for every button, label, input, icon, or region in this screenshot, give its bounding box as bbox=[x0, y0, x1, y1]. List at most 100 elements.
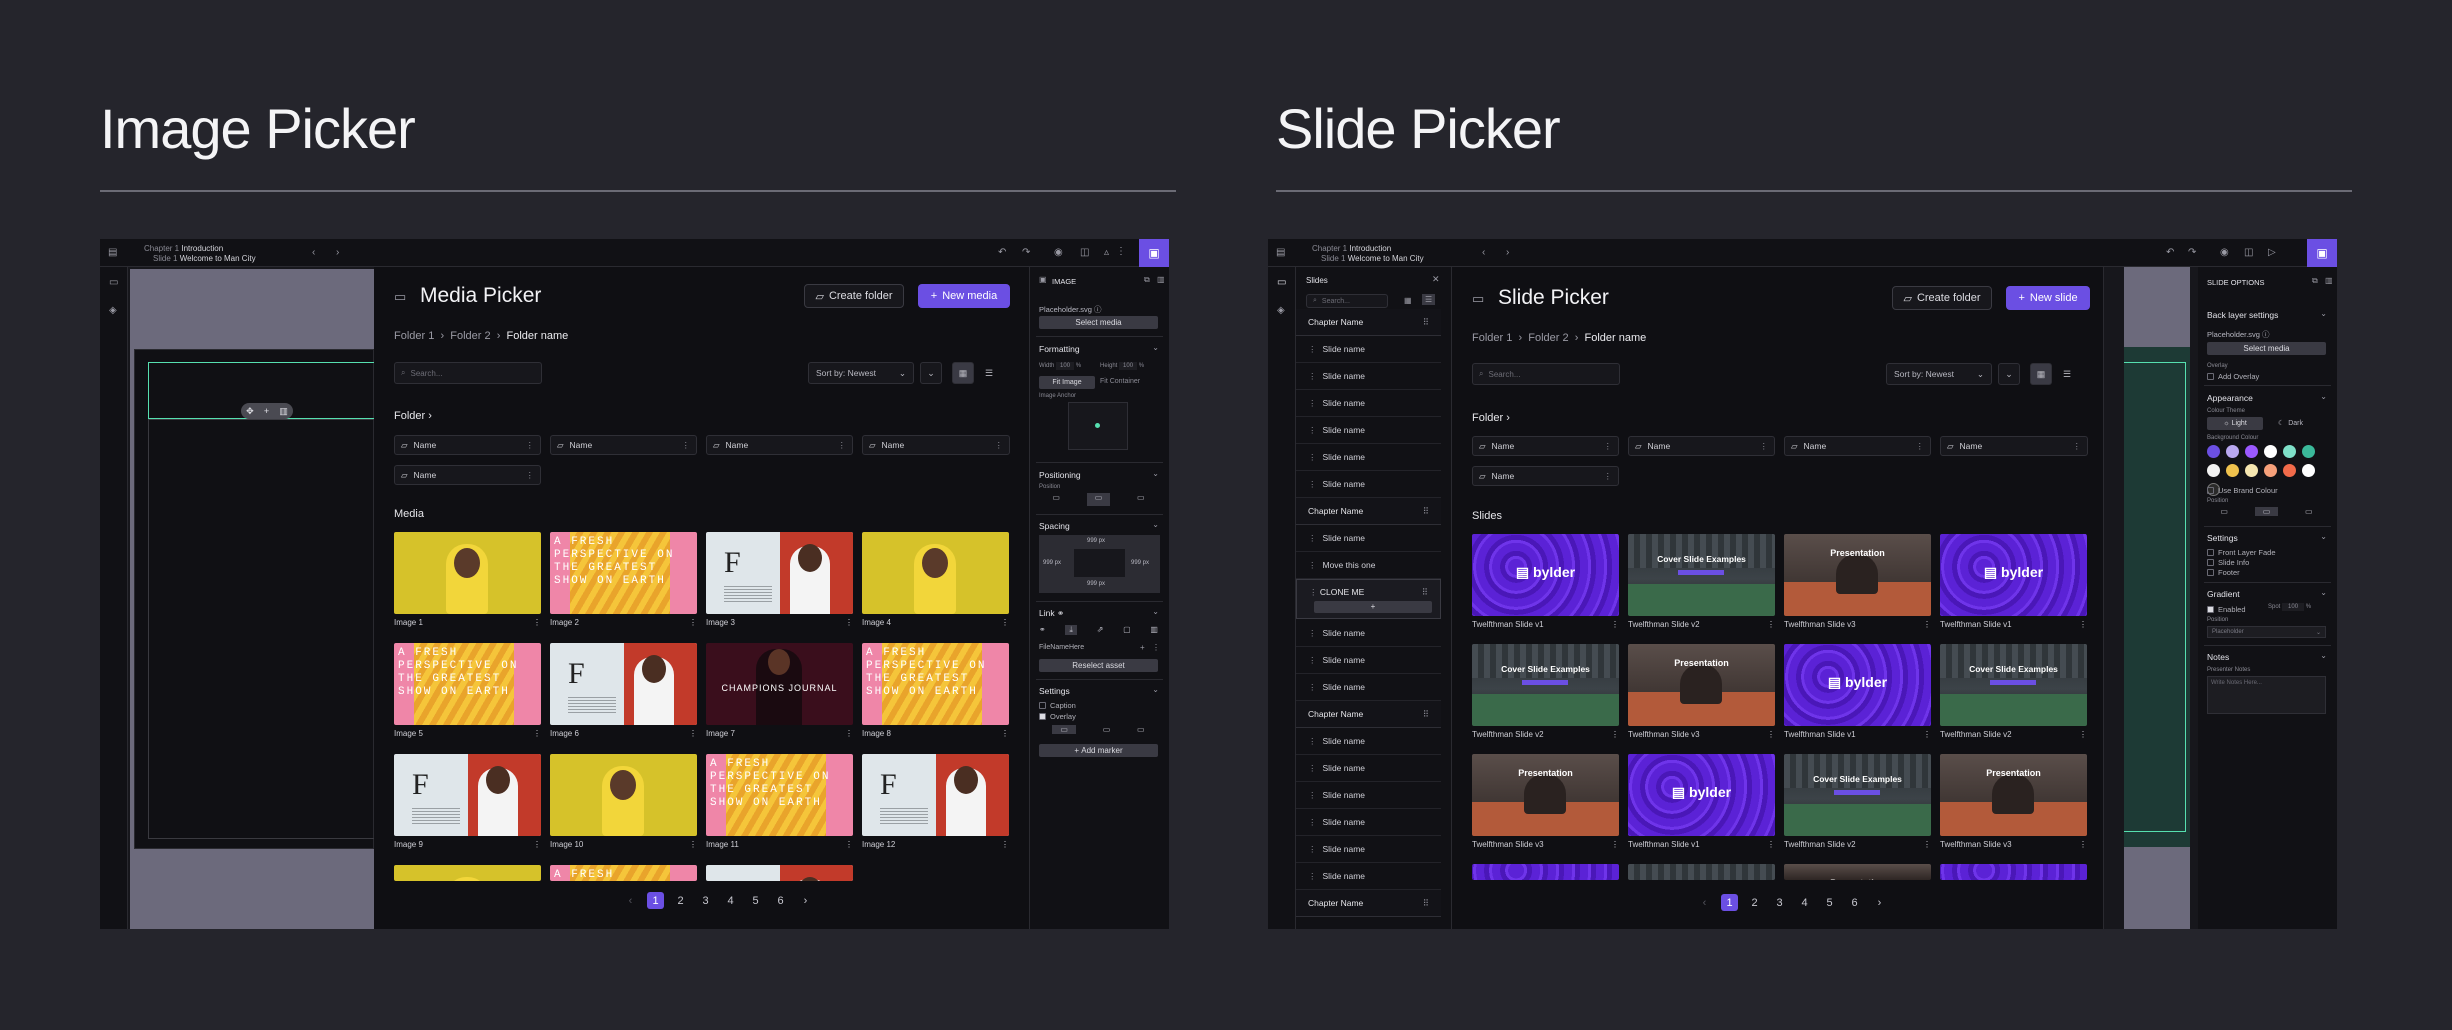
media-thumbnail[interactable] bbox=[550, 754, 697, 836]
appearance-header[interactable]: Appearance bbox=[2207, 393, 2253, 403]
media-thumbnail[interactable] bbox=[862, 532, 1009, 614]
caption-checkbox[interactable]: Caption bbox=[1039, 701, 1076, 710]
grid-view-button[interactable]: ▦ bbox=[952, 362, 974, 384]
back-layer-header[interactable]: Back layer settings bbox=[2207, 310, 2278, 320]
drag-icon[interactable]: ⋮ bbox=[1308, 682, 1317, 693]
colour-swatch[interactable] bbox=[2302, 464, 2315, 477]
drag-icon[interactable]: ⋮ bbox=[1308, 655, 1317, 666]
chevron-down-icon[interactable]: ⌄ bbox=[1152, 685, 1159, 694]
drag-icon[interactable]: ⋮ bbox=[1308, 425, 1317, 436]
more-icon[interactable]: ⋮ bbox=[1611, 730, 1619, 739]
create-folder-button[interactable]: ▱ Create folder bbox=[804, 284, 904, 308]
sort-order-button[interactable]: ⌄ bbox=[1998, 363, 2020, 385]
slide-row[interactable]: ⋮ Slide name bbox=[1296, 863, 1441, 890]
colour-swatch[interactable] bbox=[2302, 445, 2315, 458]
copy-icon[interactable]: ⧉ bbox=[1144, 275, 1150, 285]
slide-thumbnail[interactable]: Presentation bbox=[1940, 754, 2087, 836]
width-field[interactable]: Width 100 % bbox=[1039, 362, 1081, 370]
notes-textarea[interactable]: Write Notes Here... bbox=[2207, 676, 2326, 714]
slide-thumbnail[interactable]: ▤ bylder bbox=[1628, 754, 1775, 836]
more-icon[interactable]: ⋮ bbox=[1604, 471, 1613, 482]
prev-page-icon[interactable]: ‹ bbox=[1696, 894, 1713, 911]
drag-icon[interactable]: ⋮ bbox=[1308, 736, 1317, 747]
align-left-icon[interactable]: ▭ bbox=[2220, 507, 2228, 516]
slide-row[interactable]: ⋮ Slide name bbox=[1296, 444, 1441, 471]
folder-item[interactable]: ▱ Name ⋮ bbox=[862, 435, 1010, 455]
breadcrumb-item[interactable]: Folder 2 bbox=[1528, 332, 1568, 344]
chevron-left-icon[interactable]: ‹ bbox=[312, 247, 315, 258]
slide-thumbnail[interactable]: ▤ bylder bbox=[1472, 534, 1619, 616]
redo-icon[interactable]: ↷ bbox=[1022, 247, 1030, 258]
save-button[interactable]: ▣ bbox=[1139, 239, 1169, 267]
colour-swatch[interactable] bbox=[2207, 464, 2220, 477]
drag-icon[interactable]: ⋮ bbox=[1308, 844, 1317, 855]
more-icon[interactable]: ⋮ bbox=[682, 440, 691, 451]
breadcrumb-item[interactable]: Folder 1 bbox=[394, 330, 434, 342]
drag-icon[interactable]: ⋮ bbox=[1308, 628, 1317, 639]
media-thumbnail[interactable]: F bbox=[706, 532, 853, 614]
more-icon[interactable]: ⋮ bbox=[526, 470, 535, 481]
slide-row[interactable]: ⋮ Slide name bbox=[1296, 336, 1441, 363]
colour-swatch[interactable] bbox=[2226, 445, 2239, 458]
chevron-down-icon[interactable]: ⌄ bbox=[1152, 469, 1159, 478]
more-icon[interactable]: ⋮ bbox=[838, 440, 847, 451]
slide-row[interactable]: ⋮ Slide name bbox=[1296, 755, 1441, 782]
chevron-down-icon[interactable]: ⌄ bbox=[2320, 309, 2327, 318]
add-marker-button[interactable]: + Add marker bbox=[1039, 744, 1158, 757]
next-page-icon[interactable]: › bbox=[1871, 894, 1888, 911]
trash-icon[interactable]: ▥ bbox=[279, 406, 288, 417]
align-left-icon[interactable]: ▭ bbox=[1052, 493, 1060, 506]
reselect-asset-button[interactable]: Reselect asset bbox=[1039, 659, 1158, 672]
more-icon[interactable]: ⋮ bbox=[533, 840, 541, 849]
prev-page-icon[interactable]: ‹ bbox=[622, 892, 639, 909]
colour-swatch[interactable] bbox=[2283, 445, 2296, 458]
drag-icon[interactable]: ⋮ bbox=[1308, 452, 1317, 463]
media-thumbnail[interactable]: F bbox=[862, 754, 1009, 836]
slide-thumbnail[interactable]: Presentation bbox=[1472, 754, 1619, 836]
more-icon[interactable]: ⋮ bbox=[689, 840, 697, 849]
chapter-row[interactable]: Chapter Name ⠿ bbox=[1296, 309, 1441, 336]
more-icon[interactable]: ⋮ bbox=[1923, 730, 1931, 739]
more-icon[interactable]: ⋮ bbox=[533, 729, 541, 738]
select-media-button[interactable]: Select media bbox=[2207, 342, 2326, 355]
more-icon[interactable]: ⋮ bbox=[1001, 729, 1009, 738]
chevron-down-icon[interactable]: ⌄ bbox=[1152, 520, 1159, 529]
page-button[interactable]: 1 bbox=[647, 892, 664, 909]
front-fade-checkbox[interactable]: Front Layer Fade bbox=[2207, 548, 2276, 557]
folder-section-title[interactable]: Folder › bbox=[1472, 412, 1510, 424]
grid-icon[interactable]: ▦ bbox=[1404, 296, 1412, 305]
layers-icon[interactable]: ◈ bbox=[1277, 305, 1285, 316]
drag-icon[interactable]: ⋮ bbox=[1308, 398, 1317, 409]
colour-swatch[interactable] bbox=[2245, 464, 2258, 477]
page-button[interactable]: 5 bbox=[1821, 894, 1838, 911]
folder-item[interactable]: ▱ Name ⋮ bbox=[394, 435, 541, 455]
more-icon[interactable]: ⋮ bbox=[526, 440, 535, 451]
spot-value[interactable]: 100 bbox=[2282, 603, 2305, 611]
info-icon[interactable]: ⓘ bbox=[2262, 330, 2270, 339]
formatting-header[interactable]: Formatting bbox=[1039, 344, 1080, 354]
logo-icon[interactable]: ▤ bbox=[1276, 247, 1285, 258]
more-icon[interactable]: ⋮ bbox=[533, 618, 541, 627]
sort-dropdown[interactable]: Sort by: Newest ⌄ bbox=[808, 362, 914, 384]
chevron-down-icon[interactable]: ⌄ bbox=[2320, 532, 2327, 541]
redo-icon[interactable]: ↷ bbox=[2188, 247, 2196, 258]
colour-swatch[interactable] bbox=[2283, 464, 2296, 477]
save-button[interactable]: ▣ bbox=[2307, 239, 2337, 267]
stack-icon[interactable]: ◫ bbox=[1080, 247, 1089, 258]
page-button[interactable]: 6 bbox=[772, 892, 789, 909]
more-icon[interactable]: ⋮ bbox=[1152, 643, 1160, 652]
slide-thumbnail[interactable]: Presentation bbox=[1628, 644, 1775, 726]
dark-theme-button[interactable]: ☾ Dark bbox=[2278, 419, 2303, 427]
chevron-down-icon[interactable]: ⌄ bbox=[1152, 607, 1159, 616]
breadcrumb-item[interactable]: Folder 1 bbox=[1472, 332, 1512, 344]
new-slide-button[interactable]: + New slide bbox=[2006, 286, 2090, 310]
select-media-button[interactable]: Select media bbox=[1039, 316, 1158, 329]
footer-checkbox[interactable]: Footer bbox=[2207, 568, 2240, 577]
drag-handle-icon[interactable]: ⠿ bbox=[1422, 587, 1428, 598]
slide-info-checkbox[interactable]: Slide Info bbox=[2207, 558, 2249, 567]
plus-icon[interactable]: + bbox=[264, 406, 269, 416]
clone-row[interactable]: ⋮ CLONE ME ⠿ bbox=[1296, 579, 1441, 619]
breadcrumb-item[interactable]: Folder 2 bbox=[450, 330, 490, 342]
page-button[interactable]: 5 bbox=[747, 892, 764, 909]
more-icon[interactable]: ⋮ bbox=[845, 618, 853, 627]
